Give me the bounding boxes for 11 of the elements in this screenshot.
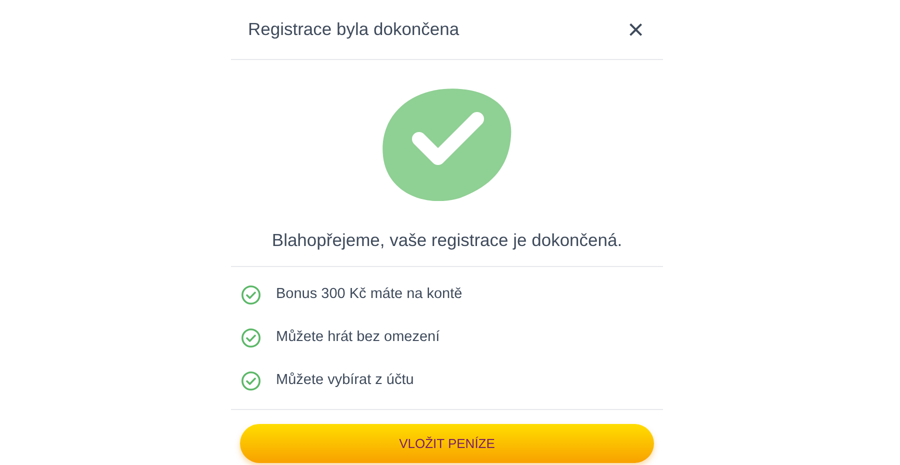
deposit-button[interactable]: VLOŽIT PENÍZE [240,424,654,464]
dialog-title: Registrace byla dokončena [248,18,460,42]
check-circle-icon [241,284,261,305]
benefit-text: Bonus 300 Kč máte na kontě [276,284,462,304]
check-circle-icon [241,370,261,391]
success-message: Blahopřejeme, vaše registrace je dokončená. [270,229,624,252]
close-button[interactable]: × [626,16,646,44]
check-circle-icon [241,328,261,348]
benefit-text: Můžete vybírat z účtu [276,370,414,390]
success-check-icon [382,88,512,201]
benefit-text: Můžete hrát bez omezení [276,328,440,347]
